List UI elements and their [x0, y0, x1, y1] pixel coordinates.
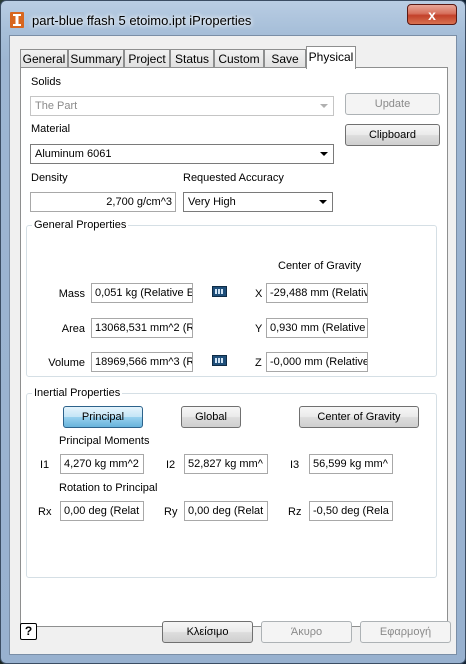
- rz-label: Rz: [288, 506, 302, 518]
- i2-label: I2: [166, 459, 176, 471]
- iproperties-window: part-blue ffash 5 etoimo.ipt iProperties…: [0, 0, 466, 664]
- volume-label: Volume: [48, 357, 85, 369]
- material-value: Aluminum 6061: [35, 148, 112, 160]
- accuracy-value: Very High: [188, 196, 236, 208]
- solids-combo[interactable]: The Part: [30, 96, 334, 116]
- physical-panel: Solids The Part Update Material Clipboar…: [20, 67, 448, 627]
- close-button[interactable]: Κλείσιμο: [162, 621, 253, 643]
- window-title: part-blue ffash 5 etoimo.ipt iProperties: [32, 13, 252, 28]
- i1-label: I1: [40, 459, 50, 471]
- area-field[interactable]: 13068,531 mm^2 (R: [91, 318, 193, 338]
- rx-label: Rx: [38, 506, 52, 518]
- cog-y-field[interactable]: 0,930 mm (Relative E: [266, 318, 368, 338]
- cancel-button[interactable]: Άκυρο: [261, 621, 352, 643]
- i3-field[interactable]: 56,599 kg mm^: [309, 454, 393, 474]
- tab-general[interactable]: General: [20, 49, 68, 68]
- chevron-down-icon: [320, 152, 328, 156]
- center-of-gravity-title: Center of Gravity: [278, 260, 362, 272]
- accuracy-combo[interactable]: Very High: [183, 192, 333, 212]
- tab-summary[interactable]: Summary: [68, 49, 124, 68]
- rz-field[interactable]: -0,50 deg (Rela: [309, 501, 393, 521]
- tab-project[interactable]: Project: [124, 49, 170, 68]
- update-button[interactable]: Update: [345, 93, 440, 115]
- window-close-button[interactable]: x: [407, 4, 457, 25]
- dialog-client-area: General Summary Project Status Custom Sa…: [9, 35, 457, 655]
- principal-button[interactable]: Principal: [63, 406, 143, 428]
- ry-field[interactable]: 0,00 deg (Relat: [184, 501, 268, 521]
- general-properties-group: General Properties Center of Gravity Mas…: [26, 219, 437, 377]
- solids-label: Solids: [31, 76, 61, 88]
- material-label: Material: [31, 123, 71, 135]
- tab-status[interactable]: Status: [170, 49, 214, 68]
- ry-label: Ry: [164, 506, 178, 518]
- calculator-icon[interactable]: [212, 355, 227, 366]
- volume-field[interactable]: 18969,566 mm^3 (R: [91, 352, 193, 372]
- center-of-gravity-button[interactable]: Center of Gravity: [299, 406, 419, 428]
- z-label: Z: [255, 357, 262, 369]
- clipboard-button[interactable]: Clipboard: [345, 124, 440, 146]
- density-label: Density: [31, 172, 68, 184]
- area-label: Area: [61, 323, 85, 335]
- global-button[interactable]: Global: [181, 406, 241, 428]
- i1-field[interactable]: 4,270 kg mm^2: [60, 454, 144, 474]
- mass-label: Mass: [58, 288, 85, 300]
- tab-physical[interactable]: Physical: [306, 46, 356, 69]
- rx-field[interactable]: 0,00 deg (Relat: [60, 501, 144, 521]
- i2-field[interactable]: 52,827 kg mm^: [184, 454, 268, 474]
- x-label: X: [255, 288, 263, 300]
- title-bar[interactable]: part-blue ffash 5 etoimo.ipt iProperties…: [1, 1, 465, 37]
- rotation-to-principal-title: Rotation to Principal: [59, 482, 158, 494]
- density-field[interactable]: 2,700 g/cm^3: [30, 192, 176, 212]
- tab-custom[interactable]: Custom: [214, 49, 264, 68]
- material-combo[interactable]: Aluminum 6061: [30, 144, 334, 164]
- chevron-down-icon: [320, 104, 328, 108]
- principal-moments-title: Principal Moments: [59, 435, 150, 447]
- cog-z-field[interactable]: -0,000 mm (Relative: [266, 352, 368, 372]
- y-label: Y: [255, 323, 263, 335]
- help-button[interactable]: ?: [20, 623, 37, 640]
- calculator-icon[interactable]: [212, 286, 227, 297]
- tab-save[interactable]: Save: [264, 49, 306, 68]
- solids-value: The Part: [35, 100, 78, 112]
- chevron-down-icon: [319, 200, 327, 204]
- inertial-properties-group: Inertial Properties Principal Global Cen…: [26, 387, 437, 578]
- i3-label: I3: [290, 459, 300, 471]
- apply-button[interactable]: Εφαρμογή: [360, 621, 451, 643]
- general-properties-title: General Properties: [32, 219, 129, 231]
- inertial-properties-title: Inertial Properties: [32, 387, 123, 399]
- mass-field[interactable]: 0,051 kg (Relative E: [91, 283, 193, 303]
- inventor-app-icon: [10, 12, 24, 28]
- cog-x-field[interactable]: -29,488 mm (Relative: [266, 283, 368, 303]
- accuracy-label: Requested Accuracy: [183, 172, 284, 184]
